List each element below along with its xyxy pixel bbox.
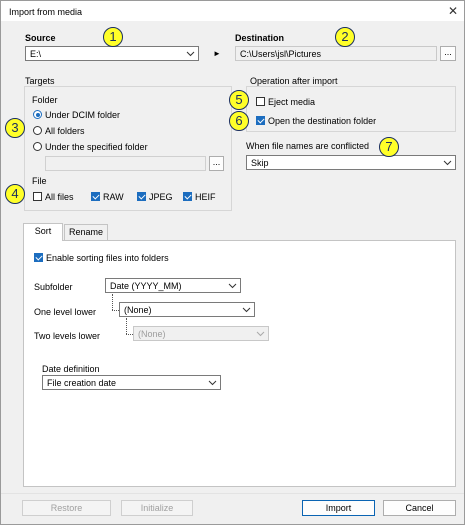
targets-group-label: Targets [25,76,55,86]
callout-badge: 5 [229,90,249,110]
source-dropdown[interactable]: E:\ [25,46,199,61]
file-label: File [32,176,47,186]
checkbox-jpeg[interactable] [137,192,146,201]
tree-connector [126,334,133,335]
two-levels-lower-dropdown[interactable]: (None) [133,326,269,341]
date-definition-label: Date definition [42,364,100,374]
one-level-lower-label: One level lower [34,307,97,317]
radio-under-dcim-label[interactable]: Under DCIM folder [45,110,120,120]
dialog-title: Import from media [9,7,83,17]
close-icon[interactable]: ✕ [446,4,460,18]
arrow-right-icon: ► [213,49,221,58]
radio-specified-folder-label[interactable]: Under the specified folder [45,142,148,152]
callout-badge: 4 [5,184,25,204]
one-level-lower-value: (None) [124,305,152,315]
two-levels-lower-label: Two levels lower [34,331,101,341]
source-label: Source [25,33,56,43]
date-definition-value: File creation date [47,378,117,388]
destination-field[interactable]: C:\Users\jsl\Pictures [235,46,437,61]
callout-badge: 2 [335,27,355,47]
checkbox-enable-sorting-label[interactable]: Enable sorting files into folders [46,253,169,263]
tree-connector [112,294,113,310]
checkbox-open-destination[interactable] [256,116,265,125]
specified-folder-browse-button[interactable]: ... [209,156,224,171]
conflict-label: When file names are conflicted [246,141,370,151]
checkbox-heif[interactable] [183,192,192,201]
checkbox-open-destination-label[interactable]: Open the destination folder [268,116,376,126]
title-bar: Import from media ✕ [1,1,464,21]
callout-badge: 7 [379,137,399,157]
checkbox-all-files-label[interactable]: All files [45,192,74,202]
operation-group-label: Operation after import [250,76,338,86]
chevron-down-icon [443,160,452,166]
chevron-down-icon [256,331,265,337]
radio-all-folders-label[interactable]: All folders [45,126,85,136]
chevron-down-icon [186,51,195,57]
checkbox-all-files[interactable] [33,192,42,201]
tree-connector [112,310,119,311]
conflict-dropdown[interactable]: Skip [246,155,456,170]
source-value: E:\ [30,49,42,59]
chevron-down-icon [208,380,217,386]
destination-value: C:\Users\jsl\Pictures [240,49,322,59]
tab-sort[interactable]: Sort [23,223,63,241]
footer-separator [1,493,464,494]
chevron-down-icon [228,283,237,289]
checkbox-eject-media[interactable] [256,97,265,106]
subfolder-dropdown[interactable]: Date (YYYY_MM) [105,278,241,293]
chevron-down-icon [242,307,251,313]
tree-connector [126,318,127,334]
radio-all-folders[interactable] [33,126,42,135]
checkbox-eject-media-label[interactable]: Eject media [268,97,315,107]
callout-badge: 3 [5,118,25,138]
restore-button[interactable]: Restore [22,500,111,516]
checkbox-heif-label[interactable]: HEIF [195,192,216,202]
date-definition-dropdown[interactable]: File creation date [42,375,221,390]
radio-under-dcim[interactable] [33,110,42,119]
callout-badge: 1 [103,27,123,47]
cancel-button[interactable]: Cancel [383,500,456,516]
checkbox-enable-sorting[interactable] [34,253,43,262]
destination-browse-button[interactable]: ... [440,46,456,61]
callout-badge: 6 [229,111,249,131]
folder-label: Folder [32,95,58,105]
tab-rename[interactable]: Rename [64,224,108,241]
radio-specified-folder[interactable] [33,142,42,151]
checkbox-jpeg-label[interactable]: JPEG [149,192,173,202]
subfolder-value: Date (YYYY_MM) [110,281,182,291]
initialize-button[interactable]: Initialize [121,500,193,516]
checkbox-raw-label[interactable]: RAW [103,192,124,202]
conflict-value: Skip [251,158,269,168]
import-button[interactable]: Import [302,500,375,516]
subfolder-label: Subfolder [34,282,73,292]
one-level-lower-dropdown[interactable]: (None) [119,302,255,317]
destination-label: Destination [235,33,285,43]
specified-folder-field[interactable] [45,156,206,171]
two-levels-lower-value: (None) [138,329,166,339]
checkbox-raw[interactable] [91,192,100,201]
